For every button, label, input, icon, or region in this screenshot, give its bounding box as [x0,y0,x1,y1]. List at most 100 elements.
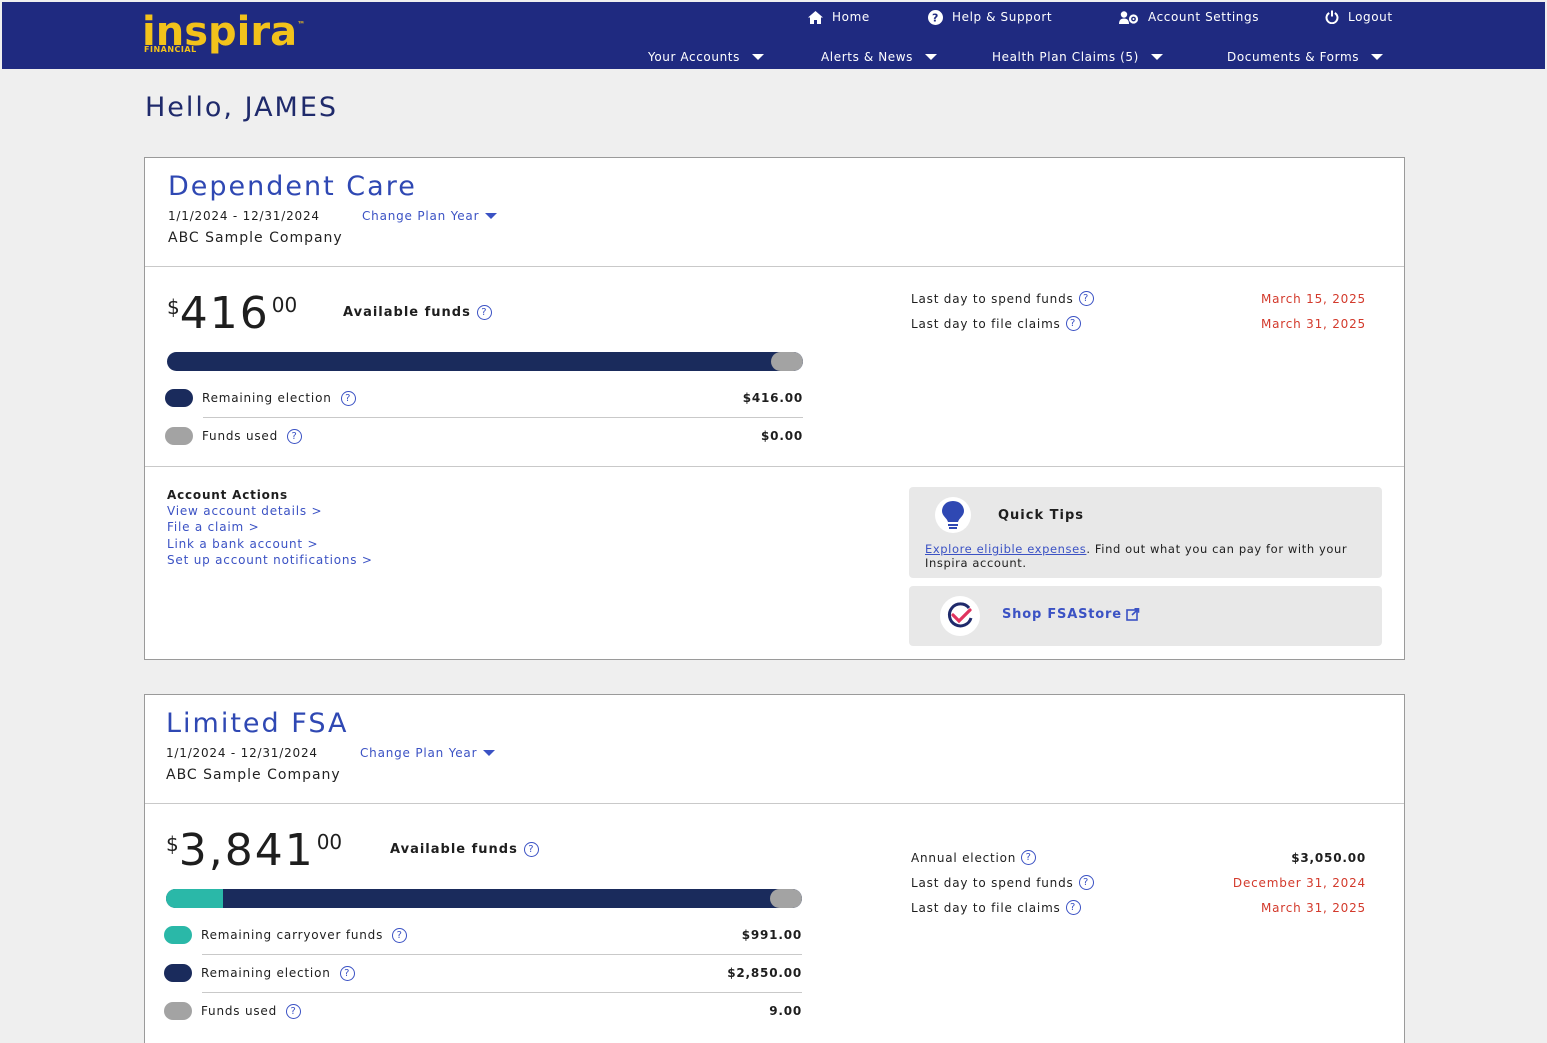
caret-down-icon [1150,54,1163,60]
account-settings-label: Account Settings [1148,10,1260,24]
plan-header: Limited FSA 1/1/2024 - 12/31/2024 Change… [145,695,1404,804]
logo-subtitle: FINANCIAL [144,45,197,54]
legend-value: $2,850.00 [727,966,802,980]
plan-title: Limited FSA [166,708,349,739]
amount-cents: 00 [316,830,343,854]
help-icon[interactable]: ? [340,390,356,406]
last-day-file-row: Last day to file claims? March 31, 2025 [911,900,1366,915]
logout-link[interactable]: Logout [1325,8,1393,26]
help-circle-icon: ? [928,9,943,25]
info-label: Last day to file claims [911,900,1061,915]
available-funds-amount: $ 416 00 [167,291,297,337]
view-account-details-link[interactable]: View account details > [167,504,322,518]
amount-whole: 416 [179,288,270,339]
last-day-file-row: Last day to file claims? March 31, 2025 [911,316,1366,331]
caret-down-icon [483,750,496,756]
plan-title: Dependent Care [168,171,417,202]
available-funds-amount: $ 3,841 00 [166,828,342,874]
info-label: Annual election [911,850,1017,865]
caret-down-icon [485,213,498,219]
help-icon[interactable]: ? [392,927,408,943]
svg-text:?: ? [932,11,939,24]
nav-alerts-news[interactable]: Alerts & News [821,49,938,65]
funds-used-swatch [165,427,193,445]
inspira-logo[interactable]: inspira™ FINANCIAL [142,12,306,54]
nav-health-plan-claims[interactable]: Health Plan Claims (5) [992,49,1163,65]
nav-alerts-news-label: Alerts & News [821,50,914,64]
nav-documents-forms-label: Documents & Forms [1227,50,1360,64]
legend-value: $991.00 [741,928,802,942]
help-support-link[interactable]: ? Help & Support [928,8,1052,26]
change-plan-year-label: Change Plan Year [360,746,478,760]
account-actions-title: Account Actions [167,488,288,502]
help-icon[interactable]: ? [523,842,539,857]
change-plan-year-label: Change Plan Year [362,209,480,223]
funds-used-segment [771,352,803,371]
legend-remaining-election: Remaining election? $416.00 [165,384,803,412]
change-plan-year-dropdown[interactable]: Change Plan Year [362,209,498,223]
home-link[interactable]: Home [808,8,870,26]
help-icon[interactable]: ? [1078,875,1094,890]
plan-header: Dependent Care 1/1/2024 - 12/31/2024 Cha… [145,158,1404,267]
currency-symbol: $ [166,832,179,856]
info-value: December 31, 2024 [1232,875,1366,890]
legend-divider [202,992,802,993]
legend-value: 9.00 [769,1004,802,1018]
legend-value: $0.00 [761,429,803,443]
greeting-heading: Hello, JAMES [145,92,339,123]
quick-tips-text: Explore eligible expenses. Find out what… [925,542,1365,570]
external-link-icon [1126,608,1140,621]
funds-used-segment [770,889,802,908]
caret-down-icon [925,54,938,60]
legend-label: Remaining election [201,966,331,980]
link-bank-account-link[interactable]: Link a bank account > [167,537,318,551]
help-icon[interactable]: ? [286,1003,301,1019]
help-icon[interactable]: ? [339,965,355,981]
legend-remaining-election: Remaining election? $2,850.00 [164,959,802,987]
available-funds-label: Available funds? [390,842,539,857]
account-settings-link[interactable]: Account Settings [1119,8,1259,26]
funds-section: $ 3,841 00 Available funds? Remaining ca… [145,804,1404,1043]
amount-whole: 3,841 [178,825,315,876]
shop-fsastore-button[interactable]: Shop FSAStore [909,586,1382,646]
help-icon[interactable]: ? [287,428,302,444]
legend-divider [203,417,803,418]
explore-eligible-expenses-link[interactable]: Explore eligible expenses [925,542,1086,556]
plan-dates: 1/1/2024 - 12/31/2024 [168,209,320,223]
help-icon[interactable]: ? [476,305,492,320]
caret-down-icon [751,54,764,60]
help-icon[interactable]: ? [1065,900,1081,915]
fsastore-logo-icon [940,596,980,636]
top-navigation-bar: inspira™ FINANCIAL Home ? Help & Support… [2,2,1545,69]
home-icon [808,10,823,24]
logo-trademark: ™ [297,20,306,29]
nav-your-accounts[interactable]: Your Accounts [648,49,764,65]
quick-tips-title: Quick Tips [998,508,1085,523]
change-plan-year-dropdown[interactable]: Change Plan Year [360,746,496,760]
plan-dates: 1/1/2024 - 12/31/2024 [166,746,318,760]
help-icon[interactable]: ? [1021,850,1037,865]
carryover-segment [166,889,224,908]
help-icon[interactable]: ? [1078,291,1094,306]
amount-cents: 00 [271,293,298,317]
info-label: Last day to file claims [911,316,1061,331]
legend-divider [202,954,802,955]
caret-down-icon [1371,54,1384,60]
legend-value: $416.00 [742,391,803,405]
home-label: Home [832,10,870,24]
account-notifications-link[interactable]: Set up account notifications > [167,553,373,567]
nav-your-accounts-label: Your Accounts [648,50,740,64]
nav-documents-forms[interactable]: Documents & Forms [1227,49,1384,65]
file-claim-link[interactable]: File a claim > [167,520,259,534]
logout-label: Logout [1348,10,1393,24]
info-value: March 31, 2025 [1260,316,1366,331]
carryover-swatch [164,926,192,944]
remaining-election-swatch [165,389,193,407]
company-name: ABC Sample Company [166,767,341,783]
help-icon[interactable]: ? [1065,316,1081,331]
legend-label: Remaining carryover funds [201,928,384,942]
actions-section: Account Actions View account details > F… [145,467,1404,659]
help-support-label: Help & Support [952,10,1053,24]
funds-section: $ 416 00 Available funds? Remaining elec… [145,267,1404,467]
company-name: ABC Sample Company [168,230,343,246]
